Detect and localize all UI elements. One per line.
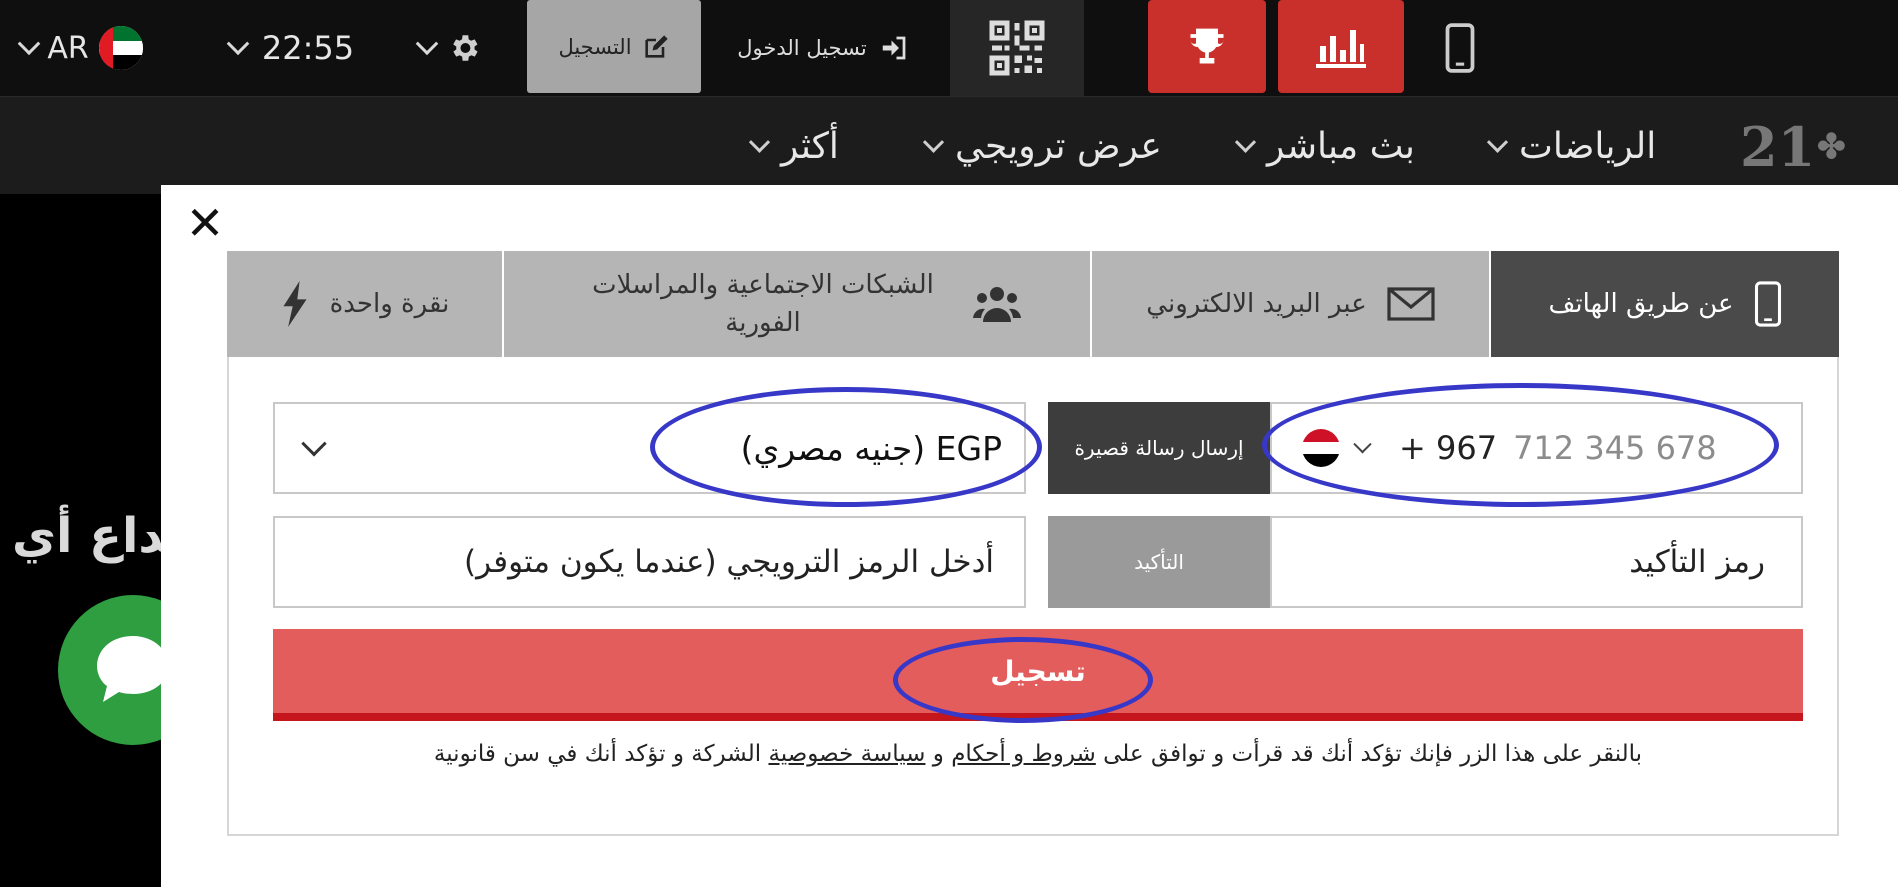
chevron-down-icon (748, 131, 771, 153)
tab-label: عن طريق الهاتف (1548, 289, 1734, 319)
chevron-down-icon (301, 431, 327, 457)
tab-label: عبر البريد الالكتروني (1146, 289, 1367, 319)
nav-item-label: بث مباشر (1267, 125, 1415, 167)
promo-placeholder: أدخل الرمز الترويجي (عندما يكون متوفر) (464, 544, 994, 580)
chevron-down-icon (226, 32, 250, 56)
terms-link[interactable]: شروط و أحكام (951, 741, 1096, 767)
trophy-button[interactable] (1148, 0, 1266, 93)
tab-social-networks[interactable]: الشبكات الاجتماعية والمراسلات الفورية (504, 251, 1092, 357)
currency-value: EGP (جنيه مصري) (740, 428, 1002, 468)
chevron-down-icon (17, 32, 41, 56)
settings-button[interactable] (410, 0, 490, 96)
chevron-down-icon (1234, 131, 1257, 153)
register-label: التسجيل (558, 34, 632, 59)
chevron-down-icon (1486, 131, 1509, 153)
background-strip (0, 196, 170, 276)
tab-email[interactable]: عبر البريد الالكتروني (1092, 251, 1491, 357)
privacy-link[interactable]: سياسة خصوصية (768, 741, 925, 767)
trophy-icon (1190, 28, 1224, 64)
language-code: AR (47, 30, 89, 66)
qr-code-button[interactable] (950, 0, 1084, 96)
login-label: تسجيل الدخول (737, 36, 867, 60)
clock-time: 22:55 (261, 29, 355, 67)
nav-item-more[interactable]: أكثر (748, 97, 839, 195)
tab-phone[interactable]: عن طريق الهاتف (1491, 251, 1839, 357)
confirmation-code-input[interactable]: رمز التأكيد (1270, 516, 1803, 608)
registration-modal: ✕ نقرة واحدة الشبكات الاجتماعية والمراسل… (161, 185, 1898, 887)
submit-register-button[interactable]: تسجيل (273, 629, 1803, 721)
confirm-code-button[interactable]: التأكيد (1048, 516, 1270, 608)
code-placeholder: رمز التأكيد (1629, 544, 1765, 580)
nav-item-promotions[interactable]: عرض ترويجي (922, 97, 1162, 195)
submit-label: تسجيل (990, 654, 1086, 688)
uae-flag-icon (98, 26, 143, 70)
nav-item-live[interactable]: بث مباشر (1234, 97, 1415, 195)
tab-label: الشبكات الاجتماعية والمراسلات الفورية (592, 270, 934, 338)
lightning-bolt-icon (283, 281, 307, 327)
statistics-button[interactable] (1278, 0, 1404, 93)
registration-form: EGP (جنيه مصري) إرسال رسالة قصيرة + 967 … (227, 357, 1839, 836)
mobile-phone-icon (1754, 281, 1781, 327)
terms-notice: بالنقر على هذا الزر فإنك تؤكد أنك قد قرأ… (433, 741, 1643, 767)
promo-code-input[interactable]: أدخل الرمز الترويجي (عندما يكون متوفر) (273, 516, 1026, 608)
nav-item-sports[interactable]: الرياضات (1486, 97, 1657, 195)
register-button[interactable]: التسجيل (527, 0, 701, 93)
login-button[interactable]: تسجيل الدخول (718, 0, 928, 96)
mobile-app-button[interactable] (1420, 0, 1500, 96)
chevron-down-icon[interactable] (1353, 434, 1372, 453)
mobile-phone-icon (1445, 23, 1475, 73)
top-bar: AR 22:55 التسجيل تسجيل الدخول (0, 0, 1898, 96)
phone-country-code: + 967 (1399, 429, 1498, 467)
language-selector[interactable]: AR (12, 0, 152, 96)
time-selector[interactable]: 22:55 (222, 0, 362, 96)
yemen-flag-icon (1302, 429, 1340, 467)
main-nav: أكثر عرض ترويجي بث مباشر الرياضات 21 ✤ (0, 96, 1898, 194)
users-group-icon (973, 287, 1021, 322)
registration-tabs: نقرة واحدة الشبكات الاجتماعية والمراسلات… (227, 251, 1839, 357)
bar-chart-icon (1316, 29, 1366, 68)
chevron-down-icon (922, 131, 945, 153)
tab-label: نقرة واحدة (329, 289, 450, 319)
envelope-icon (1387, 287, 1435, 321)
tab-one-click[interactable]: نقرة واحدة (227, 251, 504, 357)
phone-placeholder: 712 345 678 (1513, 429, 1717, 467)
close-icon[interactable]: ✕ (183, 200, 227, 246)
site-logo[interactable]: 21 ✤ (1740, 115, 1846, 179)
currency-select[interactable]: EGP (جنيه مصري) (273, 402, 1026, 494)
gear-icon (453, 35, 478, 61)
chevron-down-icon (415, 32, 439, 56)
nav-item-label: أكثر (781, 125, 839, 167)
nav-item-label: الرياضات (1519, 125, 1657, 167)
edit-icon (644, 34, 668, 58)
sign-in-icon (882, 36, 906, 60)
phone-input[interactable]: + 967 712 345 678 (1270, 402, 1803, 494)
qr-code-icon (989, 20, 1045, 76)
nav-item-label: عرض ترويجي (955, 125, 1162, 167)
send-sms-button[interactable]: إرسال رسالة قصيرة (1048, 402, 1270, 494)
